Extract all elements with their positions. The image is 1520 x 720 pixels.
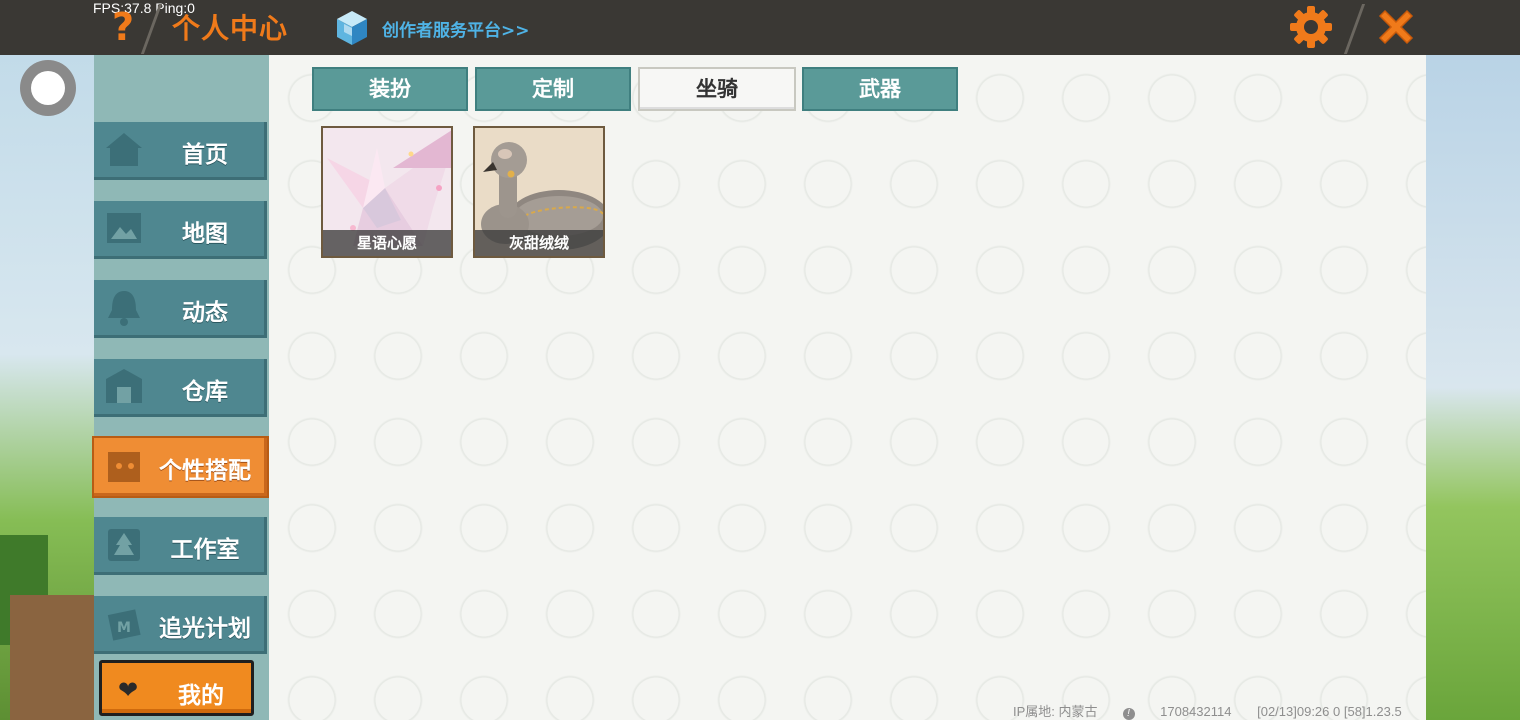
light-chase-icon: M [107,609,141,641]
studio-icon [108,529,140,561]
tab-weapon[interactable]: 武器 [802,67,958,111]
sidebar-item-studio[interactable]: 工作室 [94,517,267,575]
home-icon [106,133,142,166]
sidebar-item-warehouse[interactable]: 仓库 [94,359,267,417]
sidebar-item-label: 首页 [182,142,228,168]
help-icon[interactable]: ? [108,6,138,48]
sidebar: 首页 地图 动态 仓库 个性搭配 工作室 M 追光计划 ❤ 我的 [92,55,269,720]
info-icon[interactable]: ! [1122,708,1135,720]
svg-text:M: M [117,620,131,636]
version-info: [02/13]09:26 0 [58]1.23.5 [1257,704,1402,719]
sidebar-item-label: 地图 [182,221,228,247]
background-scene-left [0,55,94,720]
creator-cube-icon[interactable] [336,10,368,46]
content-panel: 装扮 定制 坐骑 武器 星语心愿 灰甜绒绒 [269,55,1426,720]
sidebar-item-outfit[interactable]: 个性搭配 [92,436,269,498]
warehouse-icon [106,369,142,403]
sidebar-item-light-chase[interactable]: M 追光计划 [94,596,267,654]
ip-location-text: IP属地: 内蒙古 [1013,704,1098,719]
footer-info: IP属地: 内蒙古! 1708432114 [02/13]09:26 0 [58… [1013,701,1424,720]
tab-custom[interactable]: 定制 [475,67,631,111]
ip-location: IP属地: 内蒙古! [1013,704,1135,720]
sidebar-item-label: 个性搭配 [159,458,251,484]
gear-icon[interactable] [1289,5,1333,49]
outfit-icon [108,452,140,482]
tab-costume[interactable]: 装扮 [312,67,468,111]
mount-card[interactable]: 星语心愿 [321,126,453,258]
bell-icon [108,291,140,326]
sidebar-item-label: 动态 [182,300,228,326]
sidebar-item-feed[interactable]: 动态 [94,280,267,338]
heart-icon: ❤ [118,676,139,704]
creator-platform-link[interactable]: 创作者服务平台>> [382,16,530,41]
mount-card[interactable]: 灰甜绒绒 [473,126,605,258]
user-id: 1708432114 [1160,704,1232,719]
background-scene-right [1426,55,1520,720]
page-title: 个人中心 [172,12,289,45]
sidebar-item-home[interactable]: 首页 [94,122,267,180]
mine-button[interactable]: ❤ 我的 [99,660,254,716]
record-button[interactable] [20,60,76,116]
sidebar-item-label: 工作室 [170,537,240,563]
close-icon[interactable] [1374,5,1418,49]
item-name: 星语心愿 [323,230,451,256]
mine-label: 我的 [178,683,224,709]
divider [1343,4,1366,54]
map-icon [107,213,141,243]
item-name: 灰甜绒绒 [475,230,603,256]
sidebar-item-map[interactable]: 地图 [94,201,267,259]
tab-mount[interactable]: 坐骑 [638,67,796,111]
top-bar: FPS:37.8 Ping:0 ? 个人中心 创作者服务平台>> [0,0,1520,55]
sidebar-item-label: 追光计划 [159,616,251,642]
sidebar-item-label: 仓库 [182,379,228,405]
dirt-block [10,595,94,720]
